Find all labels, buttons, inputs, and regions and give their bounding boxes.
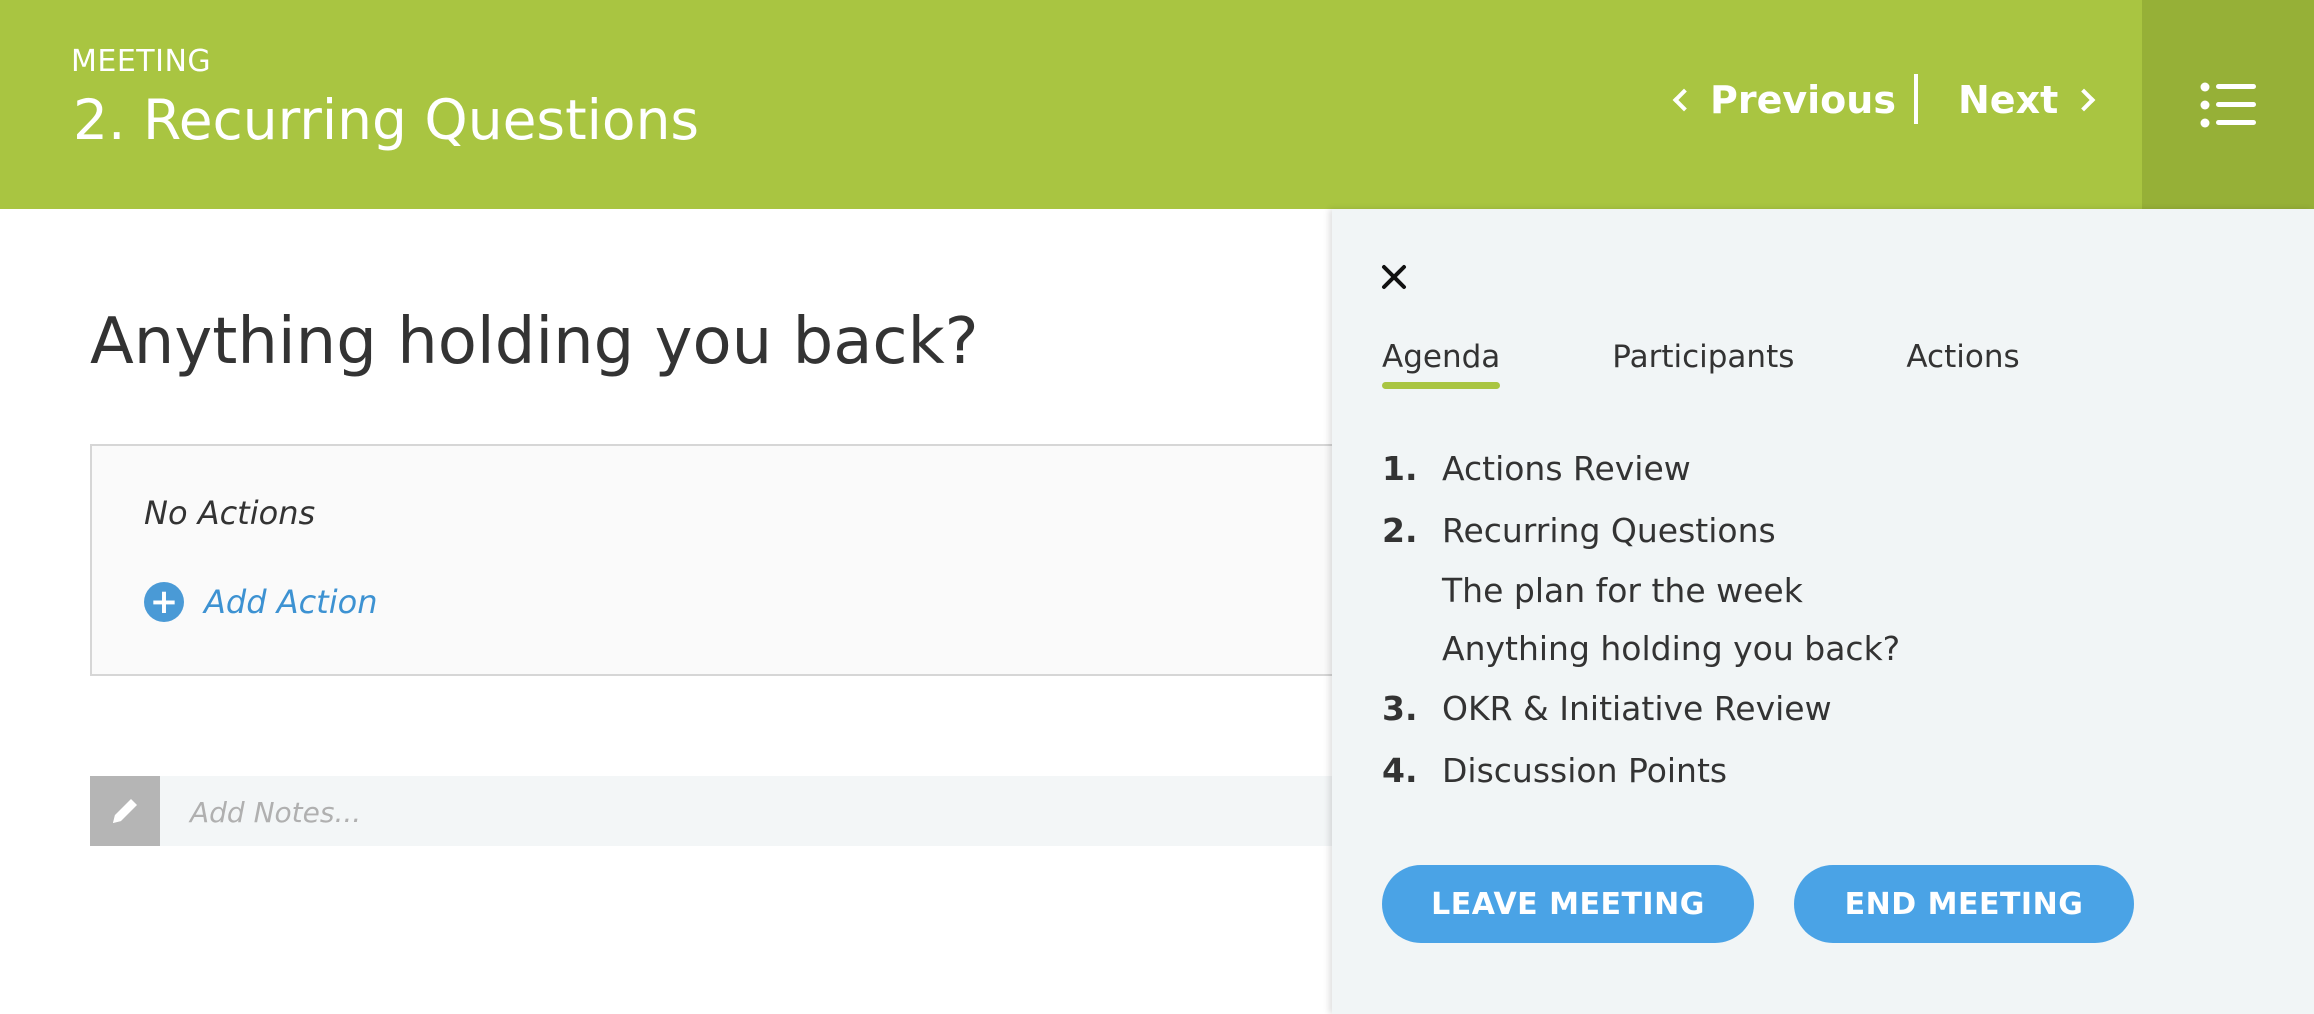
meeting-kicker: MEETING (71, 44, 212, 79)
leave-meeting-button[interactable]: LEAVE MEETING (1382, 865, 1754, 943)
agenda-subitem[interactable]: The plan for the week (1382, 561, 2262, 619)
agenda-item[interactable]: 4. Discussion Points (1382, 739, 2262, 801)
agenda-item[interactable]: 2. Recurring Questions (1382, 499, 2262, 561)
close-icon[interactable] (1376, 259, 1412, 295)
tab-actions[interactable]: Actions (1906, 339, 2019, 389)
notes-field[interactable]: Add Notes... (90, 776, 1490, 846)
agenda-subitem[interactable]: Anything holding you back? (1382, 619, 2262, 677)
end-meeting-button[interactable]: END MEETING (1794, 865, 2134, 943)
chevron-left-icon (1672, 88, 1696, 112)
add-action-label: Add Action (204, 583, 378, 621)
add-action-button[interactable]: + Add Action (144, 582, 377, 622)
agenda-menu-button[interactable] (2142, 0, 2314, 209)
agenda-list: 1. Actions Review 2. Recurring Questions… (1382, 437, 2262, 801)
chevron-right-icon (2072, 88, 2096, 112)
question-heading: Anything holding you back? (90, 305, 979, 379)
meeting-header: MEETING 2. Recurring Questions Previous … (0, 0, 2314, 209)
previous-label: Previous (1710, 78, 1896, 122)
next-label: Next (1958, 78, 2059, 122)
agenda-panel: Agenda Participants Actions 1. Actions R… (1332, 209, 2314, 1014)
agenda-item-number: 3. (1382, 688, 1418, 728)
agenda-item[interactable]: 1. Actions Review (1382, 437, 2262, 499)
agenda-item-label: Actions Review (1442, 448, 1691, 488)
page-title: 2. Recurring Questions (73, 88, 700, 152)
agenda-item-number: 1. (1382, 448, 1418, 488)
tab-agenda[interactable]: Agenda (1382, 339, 1501, 389)
notes-placeholder: Add Notes... (190, 796, 362, 829)
agenda-item-label: OKR & Initiative Review (1442, 688, 1832, 728)
nav-divider (1914, 74, 1918, 124)
plus-icon: + (144, 582, 184, 622)
pencil-icon (90, 776, 160, 846)
agenda-item-label: Recurring Questions (1442, 510, 1776, 550)
tab-participants[interactable]: Participants (1612, 339, 1794, 389)
agenda-item-number: 4. (1382, 750, 1418, 790)
panel-tabs: Agenda Participants Actions (1382, 339, 2132, 389)
no-actions-text: No Actions (144, 494, 316, 532)
agenda-item[interactable]: 3. OKR & Initiative Review (1382, 677, 2262, 739)
previous-button[interactable]: Previous (1672, 72, 1896, 128)
list-icon (2200, 82, 2256, 127)
agenda-item-number: 2. (1382, 510, 1418, 550)
next-button[interactable]: Next (1958, 72, 2096, 128)
actions-box: No Actions + Add Action (90, 444, 1490, 676)
agenda-item-label: Discussion Points (1442, 750, 1728, 790)
